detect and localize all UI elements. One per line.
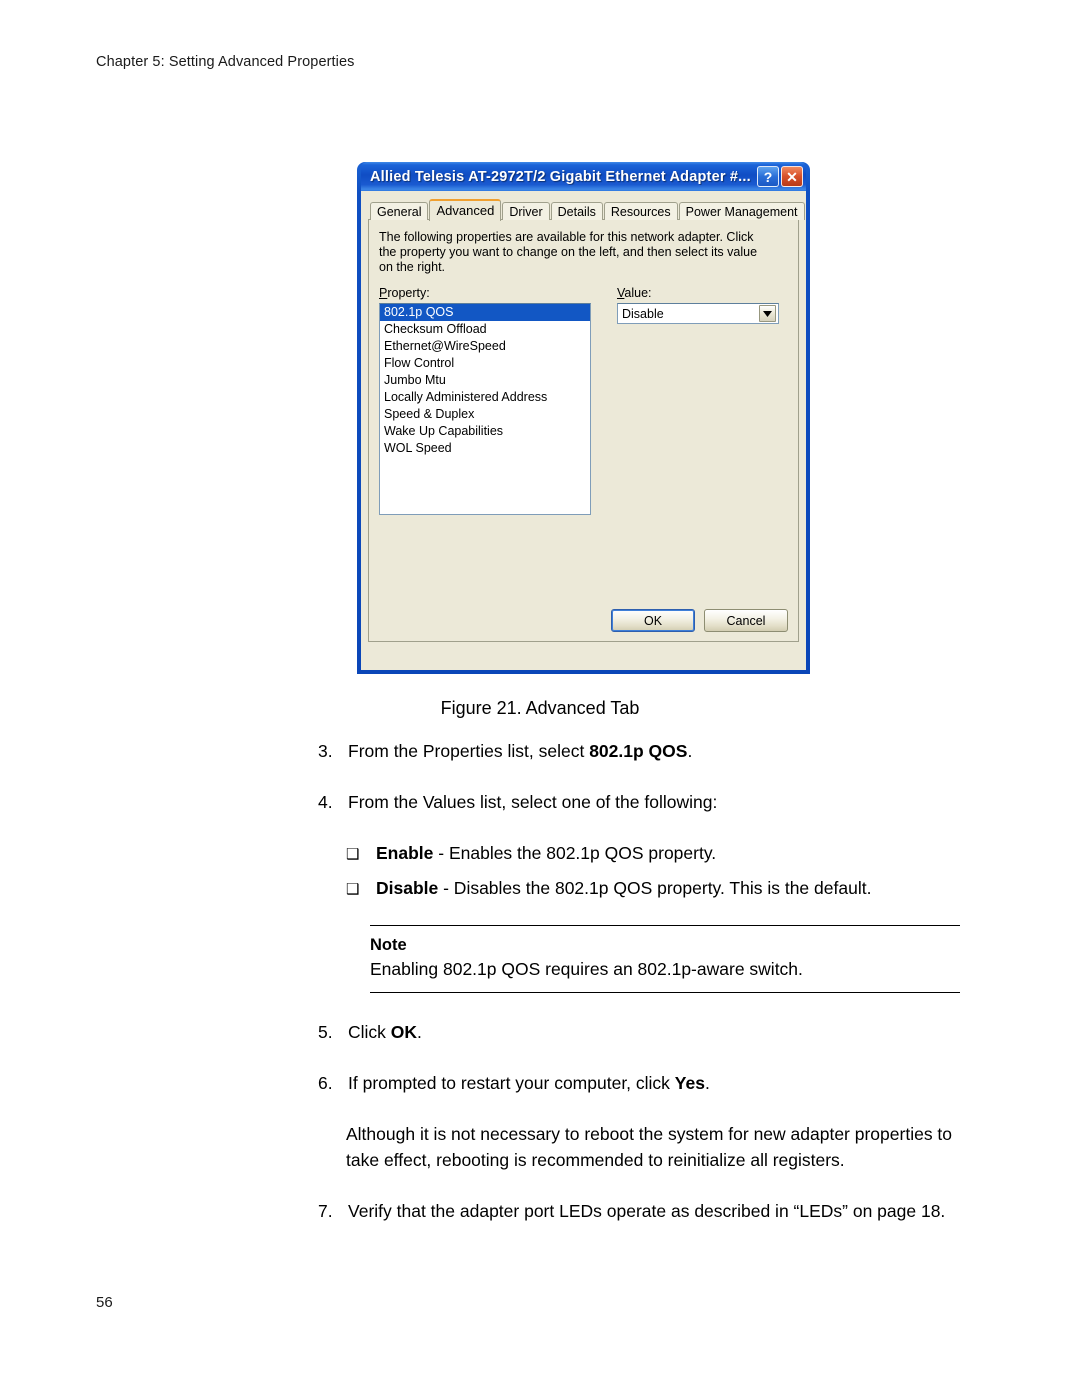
bullet-disable-desc: - Disables the 802.1p QOS property. This… — [438, 878, 872, 898]
list-item[interactable]: Speed & Duplex — [380, 406, 590, 423]
tab-driver[interactable]: Driver — [502, 202, 550, 220]
dialog-title: Allied Telesis AT-2972T/2 Gigabit Ethern… — [370, 168, 751, 185]
step-6: 6. If prompted to restart your computer,… — [318, 1070, 978, 1096]
adapter-properties-dialog: Allied Telesis AT-2972T/2 Gigabit Ethern… — [357, 162, 810, 674]
value-dropdown[interactable]: Disable — [617, 303, 779, 324]
chevron-down-icon[interactable] — [759, 305, 776, 322]
list-item[interactable]: Checksum Offload — [380, 321, 590, 338]
list-item[interactable]: WOL Speed — [380, 440, 590, 457]
bullet-disable-bold: Disable — [376, 878, 439, 898]
step-6-text-before: If prompted to restart your computer, cl… — [348, 1073, 675, 1093]
value-column: Value: Disable — [617, 286, 779, 515]
square-bullet-icon: ❑ — [346, 881, 360, 898]
value-options-bullets: ❑ Enable - Enables the 802.1p QOS proper… — [346, 840, 978, 903]
step-5-text-after: . — [417, 1022, 422, 1042]
page-header: Chapter 5: Setting Advanced Properties — [96, 54, 355, 70]
titlebar-buttons: ? ✕ — [757, 166, 803, 187]
square-bullet-icon: ❑ — [346, 846, 360, 863]
step-4: 4. From the Values list, select one of t… — [318, 789, 978, 815]
list-item[interactable]: Ethernet@WireSpeed — [380, 338, 590, 355]
step-3: 3. From the Properties list, select 802.… — [318, 738, 978, 764]
help-icon[interactable]: ? — [757, 166, 779, 187]
reboot-paragraph: Although it is not necessary to reboot t… — [346, 1124, 953, 1170]
property-column: PProperty:roperty: 802.1p QOS Checksum O… — [379, 286, 591, 515]
step-3-text-after: . — [687, 741, 693, 761]
cancel-button[interactable]: Cancel — [704, 609, 788, 632]
step-7-number: 7. — [318, 1201, 333, 1221]
note-box: Note Enabling 802.1p QOS requires an 802… — [370, 925, 960, 993]
tab-advanced[interactable]: Advanced — [429, 199, 502, 221]
panel-description: The following properties are available f… — [379, 230, 758, 274]
bullet-enable-desc: - Enables the 802.1p QOS property. — [433, 843, 717, 863]
bullet-disable-text: Disable - Disables the 802.1p QOS proper… — [376, 875, 978, 901]
step-5-bold: OK — [390, 1022, 418, 1042]
tab-resources[interactable]: Resources — [603, 202, 678, 220]
step-6-number: 6. — [318, 1073, 333, 1093]
figure-caption: Figure 21. Advanced Tab — [440, 698, 640, 718]
page-content: 3. From the Properties list, select 802.… — [318, 738, 978, 1249]
tab-details[interactable]: Details — [550, 202, 603, 220]
tab-strip: General Advanced Driver Details Resource… — [368, 198, 805, 221]
dialog-button-row: OK Cancel — [611, 609, 788, 632]
close-icon[interactable]: ✕ — [781, 166, 803, 187]
page-number: 56 — [96, 1294, 113, 1311]
step-5-text-before: Click — [348, 1022, 391, 1042]
list-item[interactable]: Locally Administered Address — [380, 389, 590, 406]
list-item[interactable]: Jumbo Mtu — [380, 372, 590, 389]
step-4-number: 4. — [318, 792, 333, 812]
step-6-bold: Yes — [674, 1073, 705, 1093]
bullet-enable-text: Enable - Enables the 802.1p QOS property… — [376, 840, 978, 866]
dialog-client-area: General Advanced Driver Details Resource… — [361, 191, 806, 670]
list-item[interactable]: 802.1p QOS — [380, 304, 590, 321]
bullet-enable-bold: Enable — [376, 843, 434, 863]
step-5-number: 5. — [318, 1022, 333, 1042]
step-7-text: Verify that the adapter port LEDs operat… — [348, 1201, 946, 1221]
property-list: 802.1p QOS Checksum Offload Ethernet@Wir… — [380, 304, 590, 457]
step-3-number: 3. — [318, 741, 333, 761]
property-label: PProperty:roperty: — [379, 286, 430, 300]
value-label: Value: — [617, 286, 652, 300]
property-listbox[interactable]: 802.1p QOS Checksum Offload Ethernet@Wir… — [379, 303, 591, 515]
ok-button[interactable]: OK — [611, 609, 695, 632]
tab-general[interactable]: General — [370, 202, 429, 220]
property-value-columns: PProperty:roperty: 802.1p QOS Checksum O… — [379, 286, 788, 515]
step-3-text: From the Properties list, select 802.1p … — [348, 738, 978, 764]
step-4-text: From the Values list, select one of the … — [348, 792, 718, 812]
note-title: Note — [370, 936, 407, 954]
dialog-titlebar: Allied Telesis AT-2972T/2 Gigabit Ethern… — [361, 162, 806, 191]
step-3-bold: 802.1p QOS — [589, 741, 688, 761]
step-5: 5. Click OK. — [318, 1019, 978, 1045]
step-5-text: Click OK. — [348, 1019, 978, 1045]
step-6-text: If prompted to restart your computer, cl… — [348, 1070, 978, 1096]
step-3-text-before: From the Properties list, select — [348, 741, 590, 761]
advanced-tab-panel: The following properties are available f… — [368, 219, 799, 642]
value-dropdown-text: Disable — [622, 306, 664, 321]
list-item[interactable]: Wake Up Capabilities — [380, 423, 590, 440]
bullet-disable: ❑ Disable - Disables the 802.1p QOS prop… — [346, 875, 978, 903]
tab-power-management[interactable]: Power Management — [678, 202, 805, 220]
step-6-text-after: . — [704, 1073, 710, 1093]
note-body: Enabling 802.1p QOS requires an 802.1p-a… — [370, 959, 803, 979]
list-item[interactable]: Flow Control — [380, 355, 590, 372]
bullet-enable: ❑ Enable - Enables the 802.1p QOS proper… — [346, 840, 978, 868]
step-7: 7. Verify that the adapter port LEDs ope… — [318, 1198, 978, 1224]
